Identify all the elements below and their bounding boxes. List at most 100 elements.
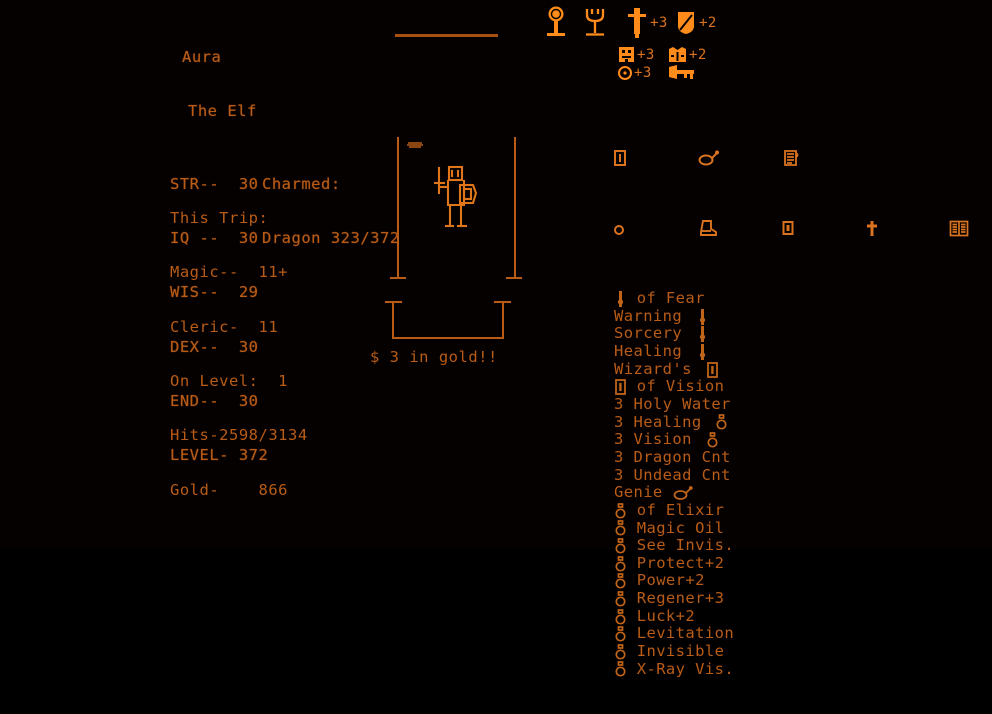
corridor-floor — [392, 337, 504, 339]
gold-pickup-message: $ 3 in gold!! — [370, 348, 498, 366]
inventory-item[interactable]: Wizard's — [614, 359, 944, 379]
inventory-item[interactable]: Genie — [614, 484, 944, 502]
inventory-item[interactable]: 3 Vision — [614, 431, 944, 449]
potion-icon — [706, 432, 719, 448]
inventory-item[interactable]: of Elixir — [614, 500, 944, 520]
inventory-item[interactable]: of Fear — [614, 290, 944, 308]
sword-icon — [626, 6, 648, 40]
inventory-item-label: 3 Healing — [614, 412, 712, 431]
statue-orb-icon — [543, 6, 569, 40]
scroll-tube-icon — [614, 379, 627, 396]
trip-level: On Level: 1 — [170, 372, 288, 391]
equipment-shield[interactable]: +2 — [675, 10, 717, 36]
trip-hits: Hits-2598/3134 — [170, 426, 308, 445]
inventory-item-label: Genie — [614, 483, 673, 502]
inventory-item-label: of Vision — [627, 377, 725, 396]
ceiling-object-icon — [406, 142, 424, 149]
wand-icon — [614, 291, 627, 307]
inventory-item-label: Warning — [614, 306, 692, 325]
potion-icon — [614, 643, 627, 660]
potion-icon — [614, 520, 627, 536]
dungeon-corridor — [380, 295, 530, 340]
flask-box-icon[interactable] — [782, 185, 860, 272]
equipment-statue-orb[interactable] — [543, 6, 569, 40]
potion-icon — [614, 608, 627, 625]
inventory-item-label: of Elixir — [627, 500, 725, 519]
book-icon[interactable] — [949, 185, 992, 273]
inventory-icon-row-1 — [614, 149, 944, 167]
inventory-item[interactable]: Regener+3 — [614, 589, 944, 608]
equipment-panel: +3 +2 +3 +2 +3 — [538, 4, 748, 88]
inventory-item[interactable]: Magic Oil — [614, 518, 944, 538]
equipment-helmet[interactable]: +3 — [618, 46, 655, 63]
corridor-wall-right — [502, 301, 504, 339]
inventory-item-label: Invisible — [627, 642, 725, 660]
cross-icon[interactable] — [866, 185, 944, 273]
statue-cup-icon — [582, 6, 608, 40]
helmet-bonus: +3 — [637, 46, 655, 63]
equipment-sword[interactable]: +3 — [626, 6, 668, 40]
inventory-item[interactable]: Levitation — [614, 625, 944, 643]
helmet-icon — [618, 46, 635, 63]
equipment-ring[interactable]: +3 — [618, 65, 652, 81]
inventory-item[interactable]: Healing — [614, 342, 944, 361]
inventory-item-label: Regener+3 — [627, 589, 725, 608]
dungeon-wall-left — [397, 137, 399, 279]
inventory-item[interactable]: Invisible — [614, 642, 944, 661]
inventory-item[interactable]: Power+2 — [614, 572, 944, 590]
inventory-item[interactable]: X-Ray Vis. — [614, 659, 944, 679]
equipment-armor[interactable]: +2 — [668, 46, 707, 63]
ring-icon[interactable] — [614, 185, 692, 272]
shield-icon — [675, 10, 697, 36]
wand-icon — [696, 343, 709, 360]
ring-bonus: +3 — [634, 65, 652, 81]
potion-icon — [614, 555, 627, 572]
inventory-item-label: Power+2 — [627, 571, 705, 590]
inventory-item-label: X-Ray Vis. — [627, 659, 735, 678]
inventory-item[interactable]: Warning — [614, 306, 944, 326]
inventory-item[interactable]: 3 Holy Water — [614, 395, 944, 414]
inventory-item-label: of Fear — [627, 289, 705, 308]
inventory-item[interactable]: See Invis. — [614, 536, 944, 555]
trip-gold: Gold- 866 — [170, 480, 288, 499]
inventory-item[interactable]: Luck+2 — [614, 606, 944, 626]
player-character-sprite — [425, 163, 487, 235]
inventory-item-label: Wizard's — [614, 359, 702, 378]
dungeon-floor-left — [390, 277, 406, 279]
inventory-item-label: 3 Undead Cnt — [614, 465, 731, 484]
armor-bonus: +2 — [689, 46, 707, 63]
horn-icon — [668, 64, 698, 82]
inventory-item-label: Magic Oil — [627, 518, 725, 537]
inventory-item-label: Luck+2 — [627, 606, 696, 625]
shield-bonus: +2 — [699, 15, 717, 31]
inventory-item-label: Protect+2 — [627, 553, 725, 572]
inventory-item[interactable]: 3 Dragon Cnt — [614, 448, 944, 467]
inventory-item-label: 3 Vision — [614, 430, 702, 449]
inventory-item[interactable]: 3 Undead Cnt — [614, 465, 944, 485]
inventory-item-label: Sorcery — [614, 324, 692, 343]
inventory-item[interactable]: Protect+2 — [614, 553, 944, 573]
potion-icon — [614, 502, 627, 519]
potion-icon — [614, 538, 627, 554]
wand-icon — [696, 326, 709, 343]
inventory-item-list: of Fear Warning Sorcery Healing Wizard's … — [614, 290, 944, 678]
inventory-item[interactable]: of Vision — [614, 378, 944, 396]
inventory-item-label: Healing — [614, 342, 692, 361]
header-divider — [395, 34, 498, 37]
inventory-item[interactable]: 3 Healing — [614, 412, 944, 432]
lamp-icon — [673, 485, 693, 501]
game-screen: Aura The Elf STR-- 30 Charmed: IQ -- 30 Dr… — [0, 0, 992, 677]
corridor-wall-left — [392, 301, 394, 339]
inventory-panel: of Fear Warning Sorcery Healing Wizard's … — [614, 96, 969, 714]
ring-icon — [618, 66, 632, 80]
potion-icon — [614, 626, 627, 642]
equipment-statue-cup[interactable] — [582, 6, 608, 40]
boots-icon[interactable] — [698, 185, 776, 273]
dungeon-floor-right — [506, 277, 522, 279]
sword-bonus: +3 — [650, 15, 668, 31]
equipment-horn[interactable] — [668, 64, 698, 82]
potion-icon — [614, 573, 627, 589]
wand-icon — [696, 308, 709, 325]
dungeon-wall-right — [514, 137, 516, 279]
inventory-item[interactable]: Sorcery — [614, 325, 944, 343]
